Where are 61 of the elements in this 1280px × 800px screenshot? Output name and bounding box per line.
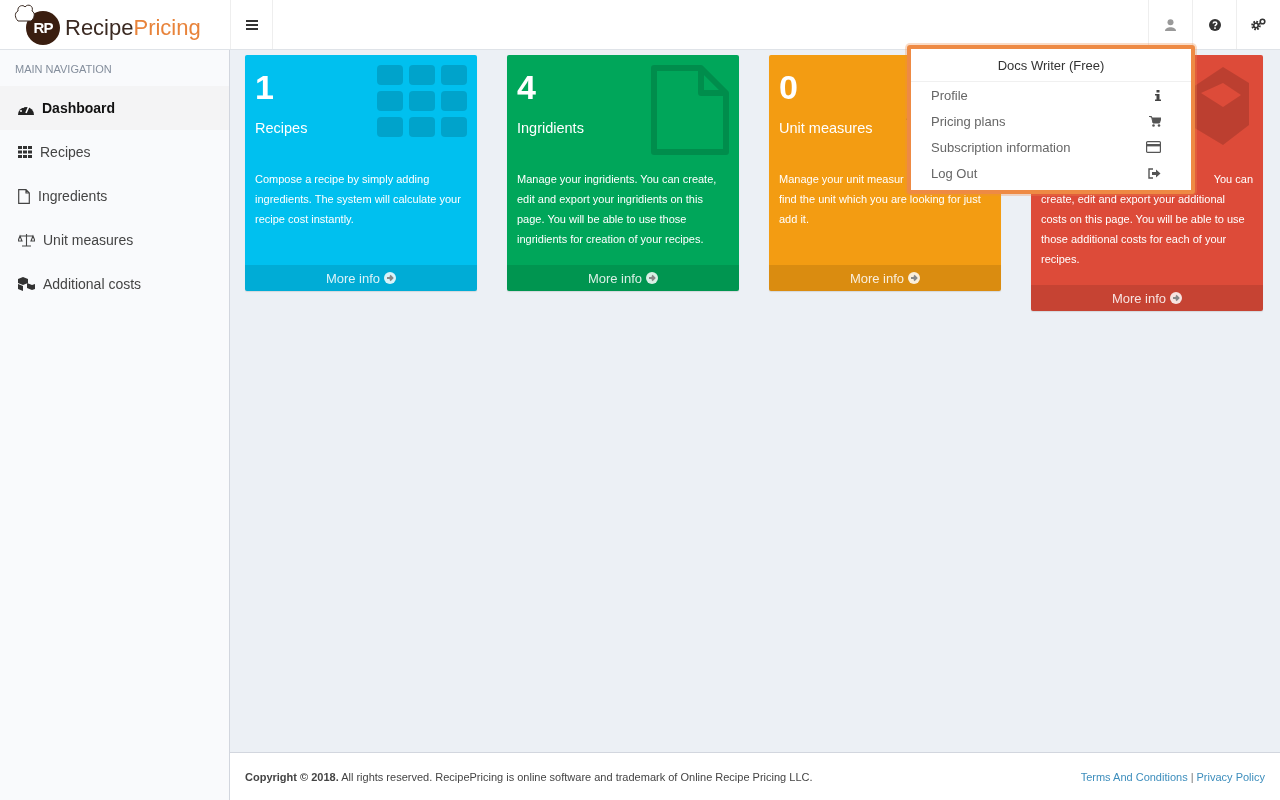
dropdown-item[interactable]: Profile: [911, 82, 1191, 108]
navigation-header: MAIN NAVIGATION: [14, 62, 113, 77]
arrow-circle-icon: [384, 272, 397, 284]
card-description-line: edit and export your ingridients on this: [517, 193, 703, 205]
link-separator: |: [1190, 770, 1194, 783]
cart-icon: [1149, 115, 1161, 127]
sidebar-item[interactable]: Ingredients: [0, 174, 229, 218]
info-icon: [1155, 89, 1161, 101]
card-description-line: You can: [1213, 173, 1253, 185]
menu-icon: [245, 19, 258, 30]
privacy-link[interactable]: Privacy Policy: [1196, 770, 1265, 783]
dropdown-item[interactable]: Subscription information: [911, 134, 1191, 160]
card-title: Unit measures: [779, 120, 873, 136]
scale-icon: [18, 233, 35, 247]
dropdown-item[interactable]: Pricing plans: [911, 108, 1191, 134]
menu-toggle-button[interactable]: [230, 0, 273, 49]
cubes-icon: [18, 277, 35, 291]
card-description-line: ingredients. The system will calculate your: [255, 193, 461, 205]
grid-icon: [18, 146, 32, 158]
card-description-line: Manage your unit measur: [779, 173, 904, 185]
more-info-link[interactable]: More info: [1031, 285, 1263, 311]
card-description-line: Compose a recipe by simply adding: [255, 173, 430, 185]
card-description-line: page. You will be able to use those: [517, 213, 687, 225]
arrow-circle-icon: [1170, 292, 1183, 304]
arrow-circle-icon: [646, 272, 659, 284]
chef-hat-icon: [14, 3, 36, 23]
card-description-line: ingridients for creation of your recipes.: [517, 233, 704, 245]
logo-badge: RP: [26, 10, 60, 45]
brand-name[interactable]: Recipe: [65, 14, 134, 41]
settings-icon: [1251, 18, 1266, 31]
card-count: 1: [255, 68, 274, 106]
card-title: Ingridients: [517, 120, 584, 136]
sidebar-item[interactable]: Dashboard: [0, 86, 229, 130]
sidebar-item[interactable]: Unit measures: [0, 218, 229, 262]
user-name: Docs Writer (Free): [911, 49, 1191, 82]
arrow-circle-icon: [908, 272, 921, 284]
sidebar-item[interactable]: Recipes: [0, 130, 229, 174]
card-description-line: recipe cost instantly.: [255, 213, 354, 225]
card-description-line: add it.: [779, 213, 809, 225]
card-count: 4: [517, 68, 536, 106]
card-description-line: find the unit which you are looking for just: [779, 193, 981, 205]
terms-link[interactable]: Terms And Conditions: [1080, 770, 1188, 783]
card-description-line: create, edit and export your additional: [1041, 193, 1226, 205]
grid-icon: [377, 65, 467, 137]
question-icon: [1208, 18, 1221, 31]
card-description-line: Manage your ingridients. You can create,: [517, 173, 717, 185]
card-description-line: costs on this page. You will be able to use: [1041, 213, 1245, 225]
card-description-line: recipes.: [1041, 253, 1080, 265]
copyright-text: Copyright © 2018. All rights reserved. RecipePricing is online software and trademark of Online Recipe Pricing LLC.: [245, 770, 813, 783]
card-count: 0: [779, 68, 798, 106]
user-icon: [1165, 18, 1176, 31]
more-info-link[interactable]: More info: [507, 265, 739, 291]
sidebar-item[interactable]: Additional costs: [0, 262, 229, 306]
logout-icon: [1148, 167, 1161, 179]
cube-icon: [1193, 67, 1249, 145]
file-icon: [18, 188, 30, 204]
card-description-line: those additional costs for each of your: [1041, 233, 1227, 245]
dropdown-item[interactable]: Log Out: [911, 160, 1191, 186]
credit-card-icon: [1146, 141, 1161, 153]
file-icon: [651, 65, 729, 155]
card-title: Recipes: [255, 120, 308, 136]
